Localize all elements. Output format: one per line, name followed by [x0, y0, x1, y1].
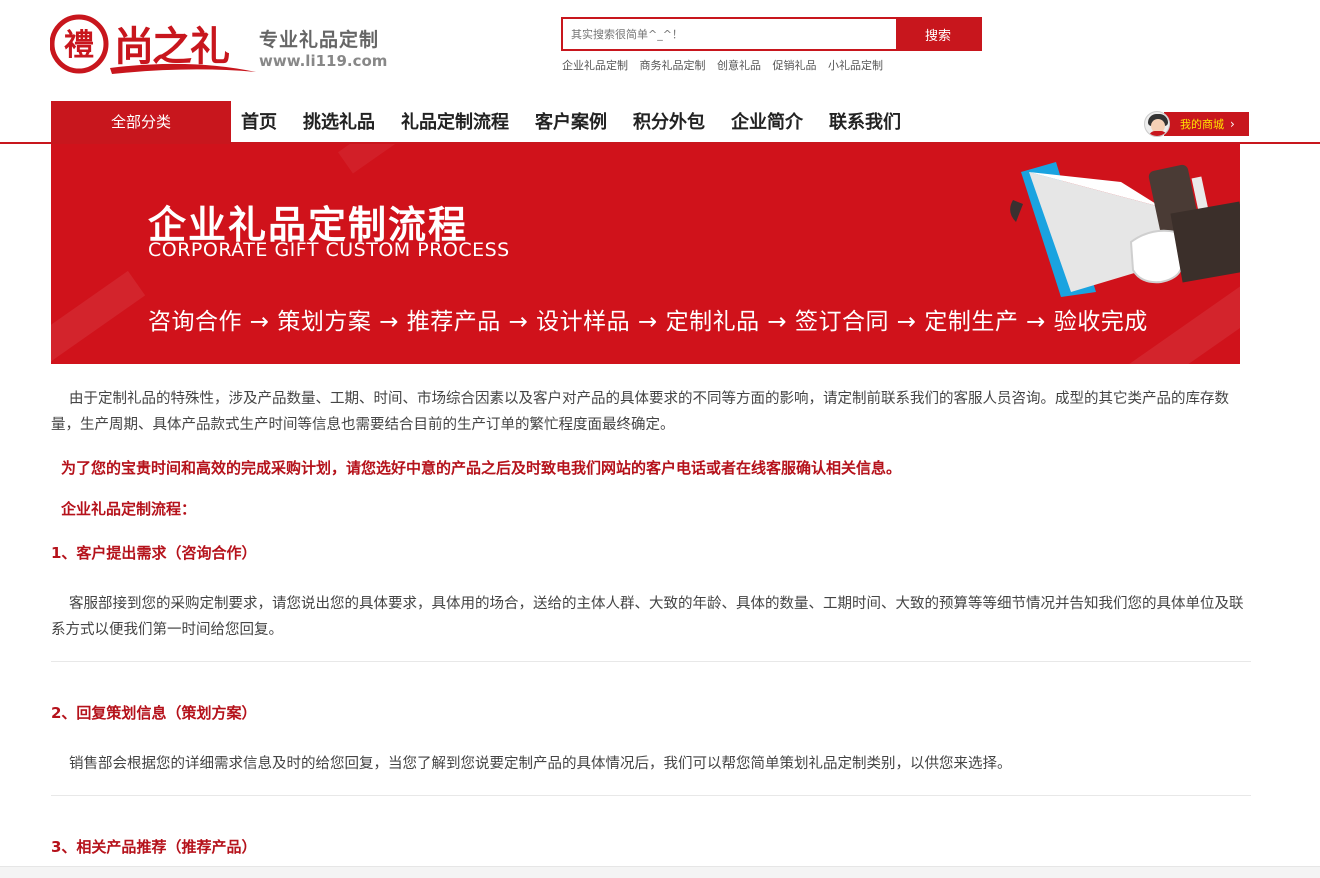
nav-item-cases[interactable]: 客户案例	[535, 101, 607, 144]
slogan-title: 专业礼品定制	[259, 29, 380, 51]
my-shop-button[interactable]: 我的商城 ›	[1164, 111, 1249, 136]
main-nav: 全部分类 首页 挑选礼品 礼品定制流程 客户案例 积分外包 企业简介 联系我们 …	[0, 101, 1320, 144]
nav-item-contact[interactable]: 联系我们	[829, 101, 901, 144]
slogan: 专业礼品定制 www.li119.com	[259, 28, 387, 70]
notice-text: 为了您的宝贵时间和高效的完成采购计划，请您选好中意的产品之后及时致电我们网站的客…	[61, 459, 902, 477]
megaphone-icon	[1010, 162, 1240, 297]
my-shop-label: 我的商城	[1180, 117, 1224, 131]
search-bar: 搜索	[561, 17, 982, 51]
logo-text: 尚之礼	[114, 23, 229, 70]
hot-word-link[interactable]: 小礼品定制	[828, 59, 883, 72]
banner-subtitle: CORPORATE GIFT CUSTOM PROCESS	[148, 239, 510, 261]
flow-title: 企业礼品定制流程：	[61, 500, 197, 518]
nav-item-choose-gifts[interactable]: 挑选礼品	[303, 101, 375, 144]
intro-paragraph: 由于定制礼品的特殊性，涉及产品数量、工期、时间、市场综合因素以及客户对产品的具体…	[51, 391, 1229, 433]
hot-word-link[interactable]: 商务礼品定制	[640, 59, 706, 72]
step-2: 2、回复策划信息（策划方案） 销售部会根据您的详细需求信息及时的给您回复，当您了…	[51, 702, 1251, 777]
nav-item-custom-process[interactable]: 礼品定制流程	[401, 101, 509, 144]
step-title: 2、回复策划信息（策划方案）	[51, 704, 257, 722]
search-input[interactable]	[563, 19, 896, 49]
search-button[interactable]: 搜索	[896, 19, 980, 49]
main-content: 由于定制礼品的特殊性，涉及产品数量、工期、时间、市场综合因素以及客户对产品的具体…	[51, 386, 1251, 858]
nav-menu: 首页 挑选礼品 礼品定制流程 客户案例 积分外包 企业简介 联系我们	[241, 101, 927, 144]
step-body: 销售部会根据您的详细需求信息及时的给您回复，当您了解到您说要定制产品的具体情况后…	[69, 756, 1012, 772]
site-logo[interactable]: 禮 尚之礼	[49, 14, 260, 78]
chevron-right-icon: ›	[1230, 116, 1235, 131]
hot-word-link[interactable]: 促销礼品	[773, 59, 817, 72]
divider	[51, 795, 1251, 796]
all-categories-button[interactable]: 全部分类	[51, 101, 231, 144]
step-body: 客服部接到您的采购定制要求，请您说出您的具体要求，具体用的场合，送给的主体人群、…	[51, 596, 1244, 638]
site-header: 禮 尚之礼 专业礼品定制 www.li119.com 搜索 企业礼品定制 商务礼…	[0, 0, 1320, 100]
step-1: 1、客户提出需求（咨询合作） 客服部接到您的采购定制要求，请您说出您的具体要求，…	[51, 542, 1251, 643]
hot-words: 企业礼品定制 商务礼品定制 创意礼品 促销礼品 小礼品定制	[562, 57, 891, 73]
process-banner: 企业礼品定制流程 CORPORATE GIFT CUSTOM PROCESS 咨…	[51, 144, 1240, 364]
bottom-strip	[0, 866, 1320, 878]
slogan-url: www.li119.com	[259, 52, 388, 70]
step-title: 3、相关产品推荐（推荐产品）	[51, 838, 257, 856]
step-3: 3、相关产品推荐（推荐产品）	[51, 836, 1251, 858]
hot-word-link[interactable]: 企业礼品定制	[562, 59, 628, 72]
nav-item-home[interactable]: 首页	[241, 101, 277, 144]
divider	[51, 661, 1251, 662]
banner-flow: 咨询合作 → 策划方案 → 推荐产品 → 设计样品 → 定制礼品 → 签订合同 …	[148, 309, 1148, 335]
hot-word-link[interactable]: 创意礼品	[717, 59, 761, 72]
logo-seal-text: 禮	[64, 28, 94, 63]
nav-item-points-outsourcing[interactable]: 积分外包	[633, 101, 705, 144]
nav-item-about[interactable]: 企业简介	[731, 101, 803, 144]
step-title: 1、客户提出需求（咨询合作）	[51, 544, 257, 562]
my-shop[interactable]: 我的商城 ›	[1144, 110, 1249, 137]
avatar-icon	[1144, 110, 1170, 137]
